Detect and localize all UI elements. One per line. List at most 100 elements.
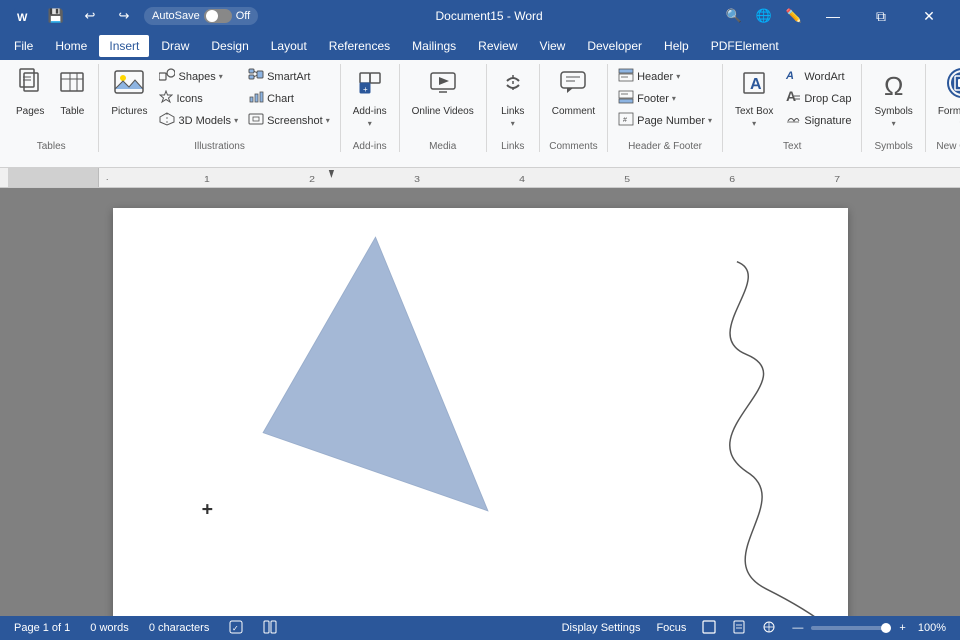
column-icon[interactable] [259, 620, 281, 637]
zoom-level[interactable]: 100% [914, 622, 950, 634]
menu-review[interactable]: Review [468, 35, 527, 57]
menu-design[interactable]: Design [201, 35, 258, 57]
drop-cap-btn[interactable]: A Drop Cap [781, 88, 855, 109]
header-arrow: ▾ [676, 72, 680, 81]
shapes-btn[interactable]: Shapes ▾ [155, 66, 242, 87]
svg-text:7: 7 [834, 175, 840, 184]
symbols-label: Symbols [874, 106, 912, 117]
undo-quick-btn[interactable]: ↩ [76, 2, 104, 30]
form-field-btn[interactable]: Form Field ▾ [932, 64, 960, 131]
pictures-btn[interactable]: Pictures [105, 64, 153, 120]
pages-label: Pages [16, 106, 44, 117]
svg-text:✓: ✓ [232, 624, 239, 633]
minimize-btn[interactable]: — [810, 0, 856, 32]
screenshot-arrow: ▾ [326, 116, 330, 125]
autosave-pill[interactable]: AutoSave Off [144, 7, 258, 25]
links-btn[interactable]: Links ▾ [493, 64, 533, 131]
ribbon-group-new: Form Field ▾ New Group [928, 64, 960, 152]
menu-developer[interactable]: Developer [577, 35, 652, 57]
icons-btn[interactable]: Icons [155, 88, 242, 109]
autosave-toggle[interactable] [204, 9, 232, 23]
menu-insert[interactable]: Insert [99, 35, 149, 57]
table-btn[interactable]: Table [52, 64, 92, 120]
online-videos-btn[interactable]: Online Videos [406, 64, 480, 120]
words-status[interactable]: 0 words [86, 622, 133, 634]
smartart-icon [248, 68, 264, 85]
footer-btn[interactable]: Footer ▾ [614, 88, 716, 109]
wordart-icon: A [785, 68, 801, 85]
links-arrow: ▾ [511, 119, 515, 128]
svg-text:A: A [786, 90, 796, 104]
zoom-in-btn[interactable]: + [895, 622, 909, 634]
3d-models-label: 3D Models [178, 115, 231, 127]
page-number-arrow: ▾ [708, 116, 712, 125]
illustrations-items: Pictures Shapes ▾ Icons [105, 64, 333, 139]
svg-text:#: # [623, 117, 627, 124]
save-quick-btn[interactable]: 💾 [42, 2, 70, 30]
text-group-label: Text [729, 139, 855, 152]
chart-icon [248, 90, 264, 107]
menu-file[interactable]: File [4, 35, 43, 57]
chart-btn[interactable]: Chart [244, 88, 334, 109]
header-btn[interactable]: Header ▾ [614, 66, 716, 87]
menu-view[interactable]: View [530, 35, 576, 57]
text-box-btn[interactable]: A Text Box ▾ [729, 64, 779, 131]
search-btn[interactable]: 🔍 [720, 2, 748, 30]
page-status[interactable]: Page 1 of 1 [10, 622, 74, 634]
menu-pdfelement[interactable]: PDFElement [701, 35, 789, 57]
window-controls: 🔍 🌐 ✏️ — ⧉ ✕ [720, 0, 952, 32]
close-btn[interactable]: ✕ [906, 0, 952, 32]
drop-cap-label: Drop Cap [804, 93, 851, 105]
form-field-label: Form Field [938, 106, 960, 117]
title-bar-left: W 💾 ↩ ↪ AutoSave Off [8, 2, 258, 30]
pictures-label: Pictures [111, 106, 147, 117]
pages-btn[interactable]: Pages [10, 64, 50, 120]
online-videos-icon [429, 67, 457, 104]
view-print-btn[interactable] [728, 620, 750, 637]
zoom-out-btn[interactable]: — [788, 622, 807, 634]
symbols-group-label: Symbols [868, 139, 918, 152]
svg-text:5: 5 [624, 175, 630, 184]
proofing-icon[interactable]: ✓ [225, 620, 247, 637]
view-normal-btn[interactable] [698, 620, 720, 637]
ribbon-group-illustrations: Pictures Shapes ▾ Icons [101, 64, 340, 152]
svg-text:·: · [105, 175, 108, 184]
addins-btn[interactable]: + Add-ins ▾ [347, 64, 393, 131]
text-box-label: Text Box [735, 106, 773, 117]
ribbon-content: Pages Table Tables Pictures [0, 60, 960, 167]
menu-home[interactable]: Home [45, 35, 97, 57]
focus-btn[interactable]: Focus [652, 622, 690, 634]
3d-models-btn[interactable]: 3D Models ▾ [155, 110, 242, 131]
menu-references[interactable]: References [319, 35, 400, 57]
menu-layout[interactable]: Layout [261, 35, 317, 57]
3d-models-arrow: ▾ [234, 116, 238, 125]
autosave-state: Off [236, 10, 250, 22]
view-web-btn[interactable] [758, 620, 780, 637]
autosave-label: AutoSave [152, 10, 200, 22]
title-bar: W 💾 ↩ ↪ AutoSave Off Document15 - Word 🔍… [0, 0, 960, 32]
document-page[interactable]: + [113, 208, 848, 616]
menu-draw[interactable]: Draw [151, 35, 199, 57]
redo-quick-btn[interactable]: ↪ [110, 2, 138, 30]
shapes-arrow: ▾ [219, 72, 223, 81]
page-number-btn[interactable]: # Page Number ▾ [614, 110, 716, 131]
symbols-icon: Ω [880, 67, 908, 104]
characters-status[interactable]: 0 characters [145, 622, 214, 634]
smartart-btn[interactable]: SmartArt [244, 66, 334, 87]
display-settings-btn[interactable]: Display Settings [558, 622, 645, 634]
symbols-btn[interactable]: Ω Symbols ▾ [868, 64, 918, 131]
ribbon-group-addins: + Add-ins ▾ Add-ins [343, 64, 400, 152]
tables-items: Pages Table [10, 64, 92, 139]
svg-text:2: 2 [309, 175, 315, 184]
screenshot-btn[interactable]: Screenshot ▾ [244, 110, 334, 131]
menu-mailings[interactable]: Mailings [402, 35, 466, 57]
table-label: Table [60, 106, 84, 117]
globe-btn[interactable]: 🌐 [750, 2, 778, 30]
signature-btn[interactable]: Signature [781, 110, 855, 131]
pen-btn[interactable]: ✏️ [780, 2, 808, 30]
screenshot-icon [248, 112, 264, 129]
wordart-btn[interactable]: A WordArt [781, 66, 855, 87]
restore-btn[interactable]: ⧉ [858, 0, 904, 32]
menu-help[interactable]: Help [654, 35, 699, 57]
comment-btn[interactable]: Comment [546, 64, 601, 120]
